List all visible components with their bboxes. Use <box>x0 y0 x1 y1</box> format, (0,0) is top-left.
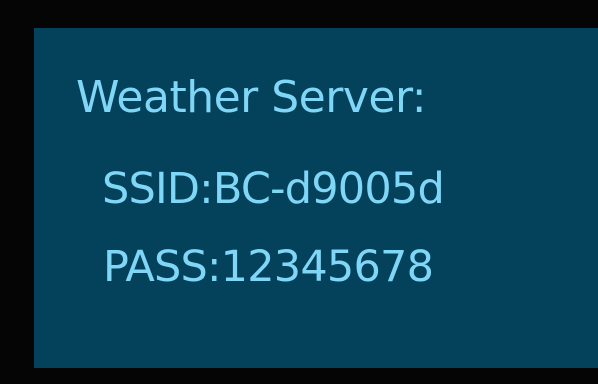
ssid-text: SSID:BC-d9005d <box>102 164 445 214</box>
password-text: PASS:12345678 <box>103 242 434 292</box>
screen-title: Weather Server: <box>76 72 427 123</box>
